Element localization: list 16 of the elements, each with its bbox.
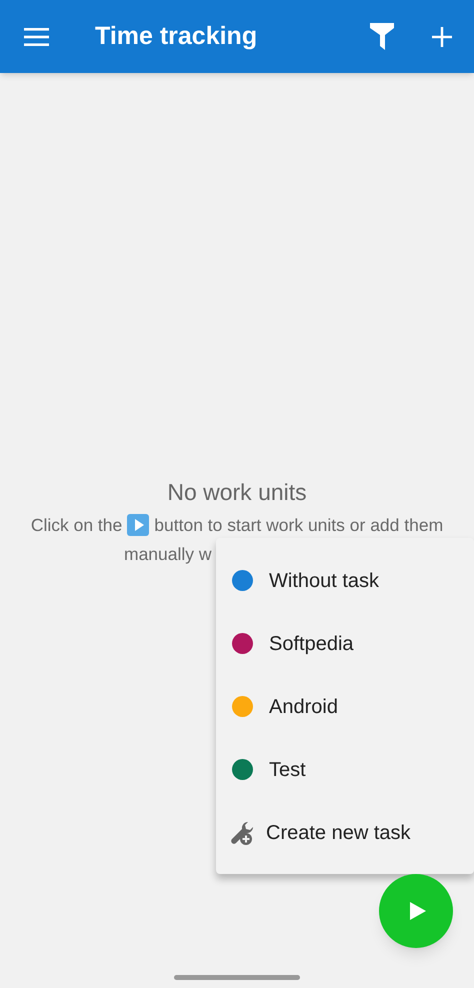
app-title: Time tracking — [95, 20, 258, 52]
empty-title: No work units — [167, 478, 307, 507]
hint-text: manually w — [124, 544, 212, 564]
menu-icon[interactable] — [24, 26, 49, 46]
menu-item[interactable]: Android — [216, 675, 474, 738]
menu-item[interactable]: Test — [216, 738, 474, 801]
play-icon — [127, 514, 150, 536]
hint-text: Click on the — [30, 514, 122, 536]
menu-item[interactable]: Create new task — [216, 801, 474, 864]
add-icon[interactable] — [432, 26, 452, 46]
play-icon — [410, 902, 426, 920]
menu-item[interactable]: Softpedia — [216, 612, 474, 675]
menu-item[interactable]: Without task — [216, 549, 474, 612]
wrench-add-icon — [229, 820, 255, 846]
hint-text: button to start work units or add them — [154, 514, 444, 536]
filter-icon[interactable] — [370, 23, 394, 50]
